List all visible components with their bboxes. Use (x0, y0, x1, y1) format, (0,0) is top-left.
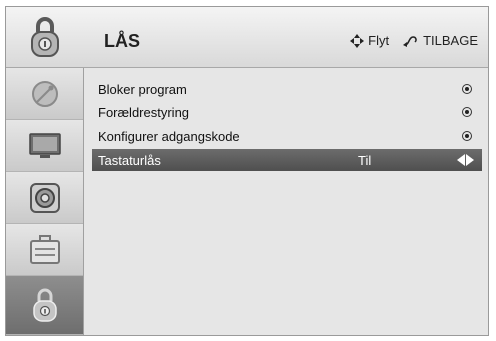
enter-indicator-icon (462, 107, 472, 117)
menu-item-set-password[interactable]: Konfigurer adgangskode (92, 125, 482, 147)
back-hint[interactable]: TILBAGE (403, 33, 478, 48)
sidebar-item-picture[interactable] (6, 120, 83, 172)
back-icon (403, 35, 417, 47)
sidebar-item-lock[interactable] (6, 276, 83, 335)
satellite-icon (31, 80, 58, 107)
main-panel: Bloker program Forældrestyring Konfigure… (84, 68, 488, 335)
menu-item-value: Til (358, 152, 372, 168)
menu-item-key-lock[interactable]: Tastaturlås Til (92, 149, 482, 171)
speaker-icon (29, 182, 60, 213)
sidebar (6, 68, 84, 335)
toolbox-icon (29, 234, 60, 264)
left-right-arrows-icon[interactable] (457, 154, 474, 166)
sidebar-item-channels[interactable] (6, 68, 83, 120)
menu-item-label: Tastaturlås (98, 152, 161, 168)
lock-icon (12, 9, 78, 65)
lock-icon (32, 288, 57, 322)
page-title: LÅS (104, 31, 140, 51)
move-label: Flyt (368, 33, 390, 48)
move-icon (350, 33, 365, 48)
menu-item-block-program[interactable]: Bloker program (92, 78, 482, 100)
back-label: TILBAGE (423, 33, 478, 48)
sidebar-item-audio[interactable] (6, 172, 83, 224)
menu-item-parental-control[interactable]: Forældrestyring (92, 101, 482, 123)
menu-window: LÅS Flyt TILBAGE Bloker program Forældre… (5, 6, 489, 336)
sidebar-item-setup[interactable] (6, 224, 83, 276)
menu-item-label: Forældrestyring (98, 104, 190, 120)
tv-icon (28, 132, 61, 158)
menu-item-label: Bloker program (98, 81, 187, 97)
menu-item-label: Konfigurer adgangskode (98, 128, 240, 144)
header: LÅS Flyt TILBAGE (6, 7, 488, 68)
help-bar: Flyt TILBAGE (350, 33, 478, 48)
move-hint: Flyt (350, 33, 389, 48)
enter-indicator-icon (462, 131, 472, 141)
enter-indicator-icon (462, 84, 472, 94)
